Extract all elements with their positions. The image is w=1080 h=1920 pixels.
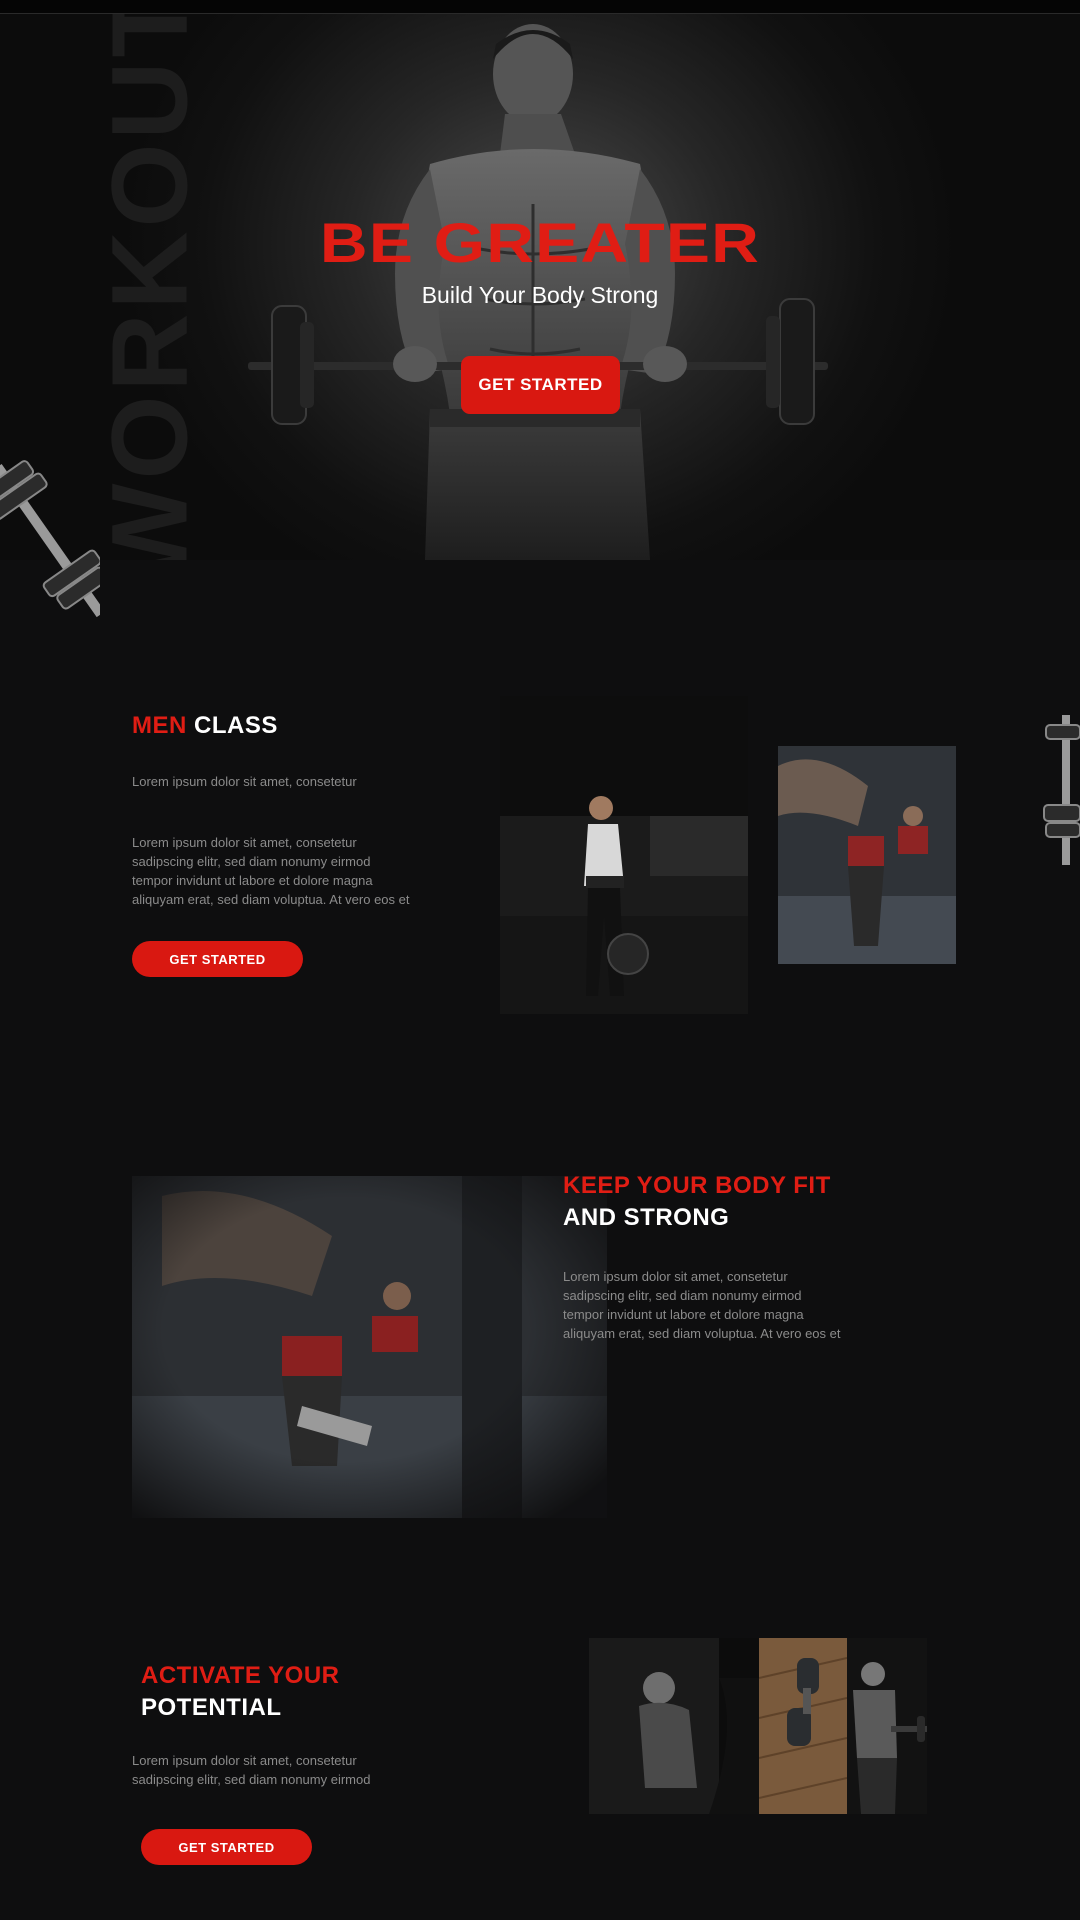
gym-photo-workout-wide [132,1176,607,1518]
gym-photo-woman-training [589,1638,759,1814]
hero-get-started-button[interactable]: GET STARTED [461,356,620,414]
activate-title-line1: ACTIVATE YOUR [141,1662,340,1689]
activate-title-line2: POTENTIAL [141,1694,282,1721]
gym-photo-dumbbell-floor [759,1638,847,1814]
gym-photo-training-pair [778,746,956,964]
fit-title-line2: AND STRONG [563,1204,730,1231]
men-class-get-started-button[interactable]: GET STARTED [132,941,303,977]
body-line: Lorem ipsum dolor sit amet, consetetur [132,835,357,850]
top-bar [0,0,1080,14]
gym-photo-man-with-plate [500,696,748,1014]
men-class-title-rest: CLASS [194,712,278,739]
fit-body: Lorem ipsum dolor sit amet, consetetur s… [563,1267,841,1343]
hero-title: BE GREATER [319,211,761,274]
body-line: aliquyam erat, sed diam voluptua. At ver… [563,1326,841,1341]
body-line: tempor invidunt ut labore et dolore magn… [132,873,373,888]
men-class-intro: Lorem ipsum dolor sit amet, consetetur [132,774,357,789]
fit-title-line1: KEEP YOUR BODY FIT [563,1172,831,1199]
dumbbell-icon [0,460,100,618]
men-class-title-accent: MEN [132,712,187,739]
dumbbell-icon [1043,715,1080,865]
men-class-body: Lorem ipsum dolor sit amet, consetetur s… [132,833,410,909]
body-line: aliquyam erat, sed diam voluptua. At ver… [132,892,410,907]
body-line: sadipscing elitr, sed diam nonumy eirmod [132,854,371,869]
body-line: tempor invidunt ut labore et dolore magn… [563,1307,804,1322]
gym-photo-man-dumbbell [847,1638,927,1814]
body-line: Lorem ipsum dolor sit amet, consetetur [132,1753,357,1768]
hero-subtitle: Build Your Body Strong [421,282,659,308]
body-line: Lorem ipsum dolor sit amet, consetetur [563,1269,788,1284]
activate-get-started-button[interactable]: GET STARTED [141,1829,312,1865]
body-line: sadipscing elitr, sed diam nonumy eirmod [563,1288,802,1303]
hero-section: WORKOUT BE GREATER Build Your Body Stron… [0,14,1080,560]
men-class-title: MEN CLASS [132,712,278,740]
body-line: sadipscing elitr, sed diam nonumy eirmod [132,1772,371,1787]
activate-body: Lorem ipsum dolor sit amet, consetetur s… [132,1751,370,1789]
